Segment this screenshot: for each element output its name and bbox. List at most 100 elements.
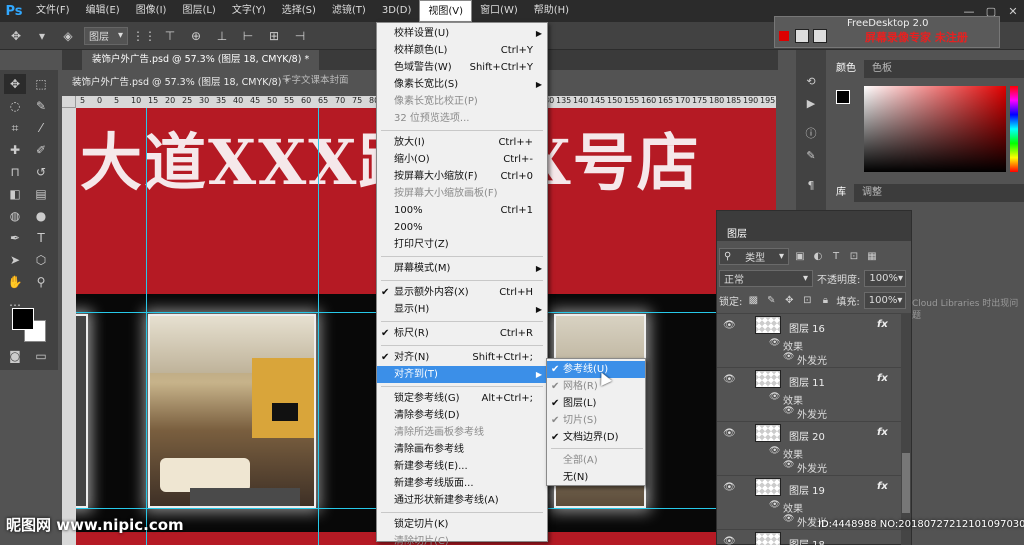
- view-menu-item[interactable]: 像素长宽比(S) ▶: [377, 76, 547, 93]
- view-menu-item[interactable]: 显示(H) ▶: [377, 301, 547, 318]
- menu-help[interactable]: 帮助(H): [526, 0, 577, 22]
- eraser-tool-icon[interactable]: ◧: [4, 184, 26, 204]
- menu-layer[interactable]: 图层(L): [174, 0, 223, 22]
- tab-document-3[interactable]: 千字文课本封面: [282, 72, 349, 86]
- menu-view[interactable]: 视图(V): [419, 0, 473, 22]
- view-menu-item[interactable]: 校样设置(U) ▶: [377, 25, 547, 42]
- shape-tool-icon[interactable]: ⬡: [30, 250, 52, 270]
- tab-layers[interactable]: 图层: [723, 225, 751, 240]
- smart-object-filter-icon[interactable]: ▦: [865, 248, 879, 264]
- view-menu-item[interactable]: ✔ 显示额外内容(X) Ctrl+H: [377, 284, 547, 301]
- view-menu-item[interactable]: ✔ 标尺(R) Ctrl+R: [377, 325, 547, 342]
- menu-file[interactable]: 文件(F): [28, 0, 78, 22]
- layer-effects-row[interactable]: 👁︎ 效果: [717, 499, 901, 515]
- lock-position-icon[interactable]: ✥: [782, 292, 796, 308]
- eye-icon[interactable]: 👁︎: [783, 352, 794, 362]
- snap-to-item[interactable]: ✔ 文档边界(D): [547, 429, 645, 446]
- quick-select-tool-icon[interactable]: ✎: [30, 96, 52, 116]
- panel-foreground-swatch[interactable]: [836, 90, 850, 104]
- paragraph-icon[interactable]: ¶: [802, 176, 820, 194]
- hue-slider[interactable]: [1010, 86, 1018, 172]
- view-menu-item[interactable]: 对齐到(T) ▶: [377, 366, 547, 383]
- view-menu-item[interactable]: 通过形状新建参考线(A): [377, 492, 547, 509]
- fx-icon[interactable]: fx: [877, 427, 888, 438]
- tab-adjustments[interactable]: 调整: [854, 184, 890, 202]
- history-brush-icon[interactable]: ↺: [30, 162, 52, 182]
- layers-scrollbar[interactable]: [901, 313, 911, 545]
- record-icon[interactable]: [779, 31, 789, 41]
- tab-color[interactable]: 颜色: [828, 60, 864, 78]
- view-menu-item[interactable]: 新建参考线版面...: [377, 475, 547, 492]
- layer-effects-row[interactable]: 👁︎ 效果: [717, 445, 901, 461]
- stamp-tool-icon[interactable]: ⊓: [4, 162, 26, 182]
- eye-icon[interactable]: 👁︎: [723, 482, 736, 493]
- view-menu-item[interactable]: 缩小(O) Ctrl+-: [377, 151, 547, 168]
- fx-icon[interactable]: fx: [877, 319, 888, 330]
- layer-filter-dropdown[interactable]: ⚲ 类型 ▾: [719, 247, 789, 265]
- align-left-icon[interactable]: ⊢: [238, 26, 258, 46]
- view-menu-item[interactable]: 放大(I) Ctrl++: [377, 134, 547, 151]
- type-tool-icon[interactable]: T: [30, 228, 52, 248]
- color-picker-field[interactable]: [864, 86, 1006, 172]
- layers-scrollbar-thumb[interactable]: [902, 453, 910, 513]
- view-menu-item[interactable]: 打印尺寸(Z): [377, 236, 547, 253]
- crop-tool-icon[interactable]: ⌗: [4, 118, 26, 138]
- tab-document-1[interactable]: 装饰户外广告.psd @ 57.3% (图层 18, CMYK/8) *: [82, 50, 320, 70]
- tab-libraries[interactable]: 库: [828, 184, 854, 202]
- eye-icon[interactable]: 👁︎: [769, 392, 780, 402]
- eye-icon[interactable]: 👁︎: [723, 428, 736, 439]
- tab-swatches[interactable]: 色板: [864, 60, 900, 78]
- pixel-filter-icon[interactable]: ▣: [793, 248, 807, 264]
- snap-to-item[interactable]: ✔ 图层(L): [547, 395, 645, 412]
- eyedropper-tool-icon[interactable]: ⁄: [30, 118, 52, 138]
- adjustment-filter-icon[interactable]: ◐: [811, 248, 825, 264]
- healing-tool-icon[interactable]: ✚: [4, 140, 26, 160]
- eye-icon[interactable]: 👁︎: [723, 374, 736, 385]
- layer-effects-row[interactable]: 👁︎ 效果: [717, 391, 901, 407]
- align-bottom-icon[interactable]: ⊥: [212, 26, 232, 46]
- menu-edit[interactable]: 编辑(E): [78, 0, 128, 22]
- lasso-tool-icon[interactable]: ◌: [4, 96, 26, 116]
- outer-glow-row[interactable]: 👁︎ 外发光: [717, 351, 901, 367]
- layer-row[interactable]: 👁︎ 图层 18: [717, 529, 901, 545]
- align-center-icon[interactable]: ⊞: [264, 26, 284, 46]
- menu-select[interactable]: 选择(S): [274, 0, 324, 22]
- blur-tool-icon[interactable]: ◍: [4, 206, 26, 226]
- guide-vertical[interactable]: [318, 108, 319, 545]
- lock-paint-icon[interactable]: ✎: [764, 292, 778, 308]
- stop-icon[interactable]: [795, 29, 809, 43]
- brush-presets-icon[interactable]: ✎: [802, 146, 820, 164]
- shape-filter-icon[interactable]: ⊡: [847, 248, 861, 264]
- type-filter-icon[interactable]: T: [829, 248, 843, 264]
- view-menu-item[interactable]: 200%: [377, 219, 547, 236]
- opacity-input[interactable]: 100% ▾: [864, 269, 907, 287]
- view-menu-item[interactable]: ✔ 对齐(N) Shift+Ctrl+;: [377, 349, 547, 366]
- layer-row[interactable]: 👁︎ 图层 20 fx: [717, 421, 901, 445]
- layer-effects-row[interactable]: 👁︎ 效果: [717, 337, 901, 353]
- foreground-color-swatch[interactable]: [12, 308, 34, 330]
- align-right-icon[interactable]: ⊣: [290, 26, 310, 46]
- layer-row[interactable]: 👁︎ 图层 19 fx: [717, 475, 901, 499]
- snap-to-item[interactable]: 无(N): [547, 469, 645, 486]
- move-tool-icon[interactable]: ✥: [4, 74, 26, 94]
- view-menu-item[interactable]: 校样颜色(L) Ctrl+Y: [377, 42, 547, 59]
- align-middle-icon[interactable]: ⊕: [186, 26, 206, 46]
- marquee-tool-icon[interactable]: ⬚: [30, 74, 52, 94]
- quick-mask-icon[interactable]: ◙: [4, 346, 26, 366]
- outer-glow-row[interactable]: 👁︎ 外发光: [717, 459, 901, 475]
- view-menu-item[interactable]: 按屏幕大小缩放(F) Ctrl+0: [377, 168, 547, 185]
- zoom-tool-icon[interactable]: ⚲: [30, 272, 52, 292]
- pen-tool-icon[interactable]: ✒: [4, 228, 26, 248]
- menu-window[interactable]: 窗口(W): [472, 0, 526, 22]
- fx-icon[interactable]: fx: [877, 373, 888, 384]
- view-menu-item[interactable]: 锁定切片(K): [377, 516, 547, 533]
- layer-row[interactable]: 👁︎ 图层 16 fx: [717, 313, 901, 337]
- dodge-tool-icon[interactable]: ●: [30, 206, 52, 226]
- eye-icon[interactable]: 👁︎: [723, 536, 736, 545]
- view-menu-item[interactable]: 100% Ctrl+1: [377, 202, 547, 219]
- brush-tool-icon[interactable]: ✐: [30, 140, 52, 160]
- dropdown-arrow-icon[interactable]: ▾: [32, 26, 52, 46]
- eye-icon[interactable]: 👁︎: [723, 320, 736, 331]
- lock-artboard-icon[interactable]: ⊡: [800, 292, 814, 308]
- view-menu-item[interactable]: 清除参考线(D): [377, 407, 547, 424]
